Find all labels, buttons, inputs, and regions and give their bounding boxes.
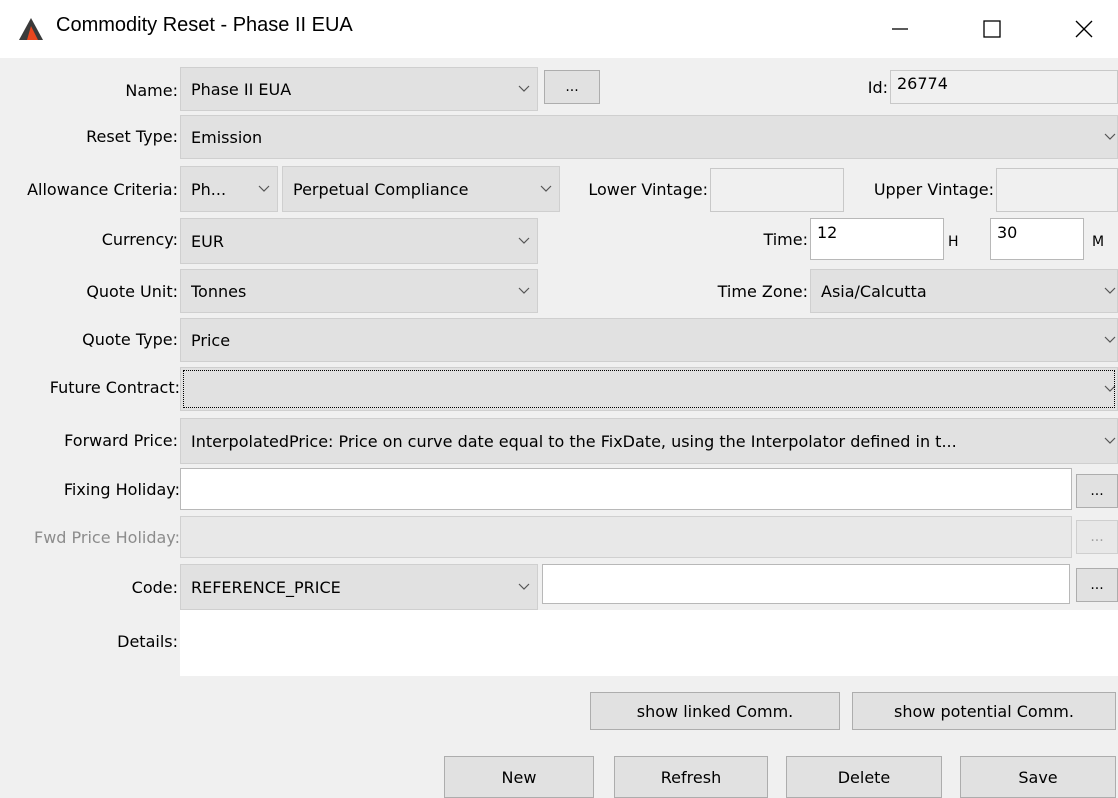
code-combo[interactable]: REFERENCE_PRICE [180, 564, 538, 610]
quote-unit-value: Tonnes [191, 281, 247, 301]
chevron-down-icon [1103, 437, 1117, 445]
minimize-button[interactable] [872, 8, 928, 50]
allowance-criteria-value-1: Ph... [191, 179, 227, 199]
time-zone-label: Time Zone: [717, 282, 808, 301]
quote-unit-label: Quote Unit: [86, 282, 178, 301]
currency-combo[interactable]: EUR [180, 218, 538, 264]
future-contract-label: Future Contract: [49, 378, 180, 397]
chevron-down-icon [1103, 133, 1117, 141]
quote-type-value: Price [191, 330, 231, 350]
fixing-holiday-browse-button[interactable]: ... [1076, 474, 1118, 508]
forward-price-combo[interactable]: InterpolatedPrice: Price on curve date e… [180, 418, 1118, 464]
maximize-button[interactable] [964, 8, 1020, 50]
chevron-down-icon [1103, 336, 1117, 344]
chevron-down-icon [533, 185, 559, 193]
window-title: Commodity Reset - Phase II EUA [56, 14, 353, 36]
lower-vintage-label: Lower Vintage: [588, 180, 708, 199]
code-text-field[interactable] [542, 564, 1070, 604]
allowance-criteria-combo-1[interactable]: Ph... [180, 166, 278, 212]
time-zone-combo[interactable]: Asia/Calcutta [810, 269, 1118, 313]
chevron-down-icon [1103, 287, 1117, 295]
details-label: Details: [117, 632, 178, 651]
close-button[interactable] [1056, 8, 1112, 50]
chevron-down-icon [251, 185, 277, 193]
show-linked-comm-button[interactable]: show linked Comm. [590, 692, 840, 730]
reset-type-combo[interactable]: Emission [180, 115, 1118, 159]
reset-type-value: Emission [191, 127, 263, 147]
save-button[interactable]: Save [960, 756, 1116, 798]
chevron-down-icon [511, 583, 537, 591]
upper-vintage-field[interactable] [996, 168, 1118, 212]
fixing-holiday-field[interactable] [180, 468, 1072, 510]
quote-type-combo[interactable]: Price [180, 318, 1118, 362]
reset-type-label: Reset Type: [86, 127, 178, 146]
code-value: REFERENCE_PRICE [191, 577, 341, 597]
maximize-icon [983, 20, 1001, 38]
details-textarea[interactable] [180, 610, 1118, 676]
id-label: Id: [867, 78, 888, 97]
allowance-criteria-label: Allowance Criteria: [27, 180, 178, 199]
name-label: Name: [125, 81, 178, 100]
future-contract-combo[interactable] [180, 367, 1118, 411]
app-logo-icon [19, 18, 43, 40]
show-potential-comm-button[interactable]: show potential Comm. [852, 692, 1116, 730]
lower-vintage-field[interactable] [710, 168, 844, 212]
chevron-down-icon [1103, 385, 1117, 393]
delete-button[interactable]: Delete [786, 756, 942, 798]
currency-label: Currency: [101, 230, 178, 249]
chevron-down-icon [511, 287, 537, 295]
fwd-price-holiday-field [180, 516, 1072, 558]
forward-price-value: InterpolatedPrice: Price on curve date e… [191, 431, 957, 451]
minimize-icon [892, 28, 908, 30]
name-combo[interactable]: Phase II EUA [180, 67, 538, 111]
time-hour-field[interactable]: 12 [810, 218, 944, 260]
time-minute-field[interactable]: 30 [990, 218, 1084, 260]
close-icon [1075, 20, 1093, 38]
time-zone-value: Asia/Calcutta [821, 281, 927, 301]
name-value: Phase II EUA [191, 79, 292, 99]
forward-price-label: Forward Price: [64, 431, 178, 450]
name-browse-button[interactable]: ... [544, 70, 600, 104]
quote-type-label: Quote Type: [82, 330, 178, 349]
upper-vintage-label: Upper Vintage: [873, 180, 994, 199]
code-browse-button[interactable]: ... [1076, 568, 1118, 602]
chevron-down-icon [511, 237, 537, 245]
allowance-criteria-value-2: Perpetual Compliance [293, 179, 469, 199]
fwd-price-holiday-browse-button: ... [1076, 520, 1118, 554]
allowance-criteria-combo-2[interactable]: Perpetual Compliance [282, 166, 560, 212]
fixing-holiday-label: Fixing Holiday: [63, 480, 180, 499]
code-label: Code: [131, 578, 178, 597]
hour-unit-label: H [948, 234, 959, 250]
new-button[interactable]: New [444, 756, 594, 798]
minute-unit-label: M [1092, 234, 1105, 250]
time-label: Time: [763, 230, 808, 249]
refresh-button[interactable]: Refresh [614, 756, 768, 798]
fwd-price-holiday-label: Fwd Price Holiday: [33, 528, 180, 547]
quote-unit-combo[interactable]: Tonnes [180, 269, 538, 313]
id-field[interactable]: 26774 [890, 70, 1118, 104]
chevron-down-icon [511, 85, 537, 93]
currency-value: EUR [191, 231, 224, 251]
